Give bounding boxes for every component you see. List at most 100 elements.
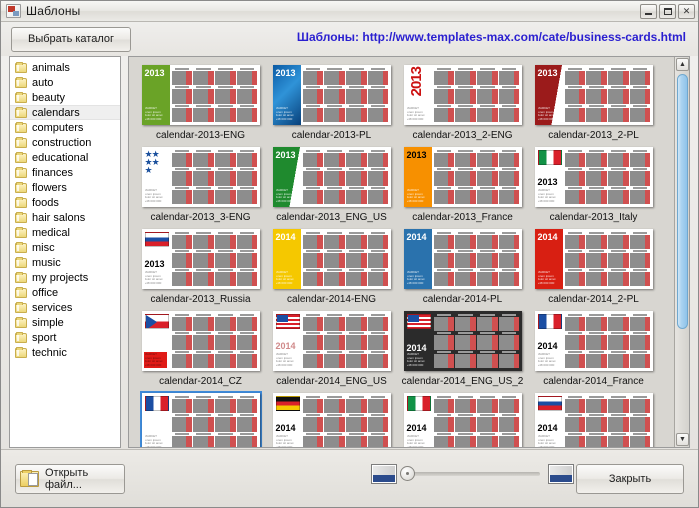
template-thumbnail[interactable]: 2014 MARKET lorem ipsum dolor sit amet +48 0… [534, 229, 653, 289]
gallery-item[interactable]: 2013 MARKET lorem ipsum dolor sit amet +48 0… [266, 145, 397, 227]
gallery-item[interactable]: 2014 MARKET lorem ipsum dolor sit amet +48 0… [397, 227, 528, 309]
close-button[interactable]: Закрыть [576, 463, 684, 494]
month-block [586, 268, 607, 286]
thumbnail-frame[interactable]: 2013 MARKET lorem ipsum dolor sit amet +48 0… [140, 63, 262, 127]
sidebar-item-services[interactable]: services [10, 300, 120, 315]
template-thumbnail[interactable]: 2014 MARKET lorem ipsum dolor sit amet +48 0… [141, 393, 260, 447]
month-block [564, 350, 586, 368]
gallery-item[interactable]: ★★ ★★ ★ MARKET lorem ipsum dolor sit amet +48 … [135, 145, 266, 227]
thumbnail-frame[interactable]: 2014 MARKET lorem ipsum dolor sit amet +48 0… [140, 309, 262, 373]
maximize-icon[interactable] [659, 4, 676, 19]
template-thumbnail[interactable]: 2013 MARKET lorem ipsum dolor sit amet +48 0… [403, 147, 522, 207]
sidebar-item-calendars[interactable]: calendars [10, 105, 120, 120]
gallery-item[interactable]: 2013 MARKET lorem ipsum dolor sit amet +48 0… [135, 63, 266, 145]
thumbnail-frame[interactable]: 2014 MARKET lorem ipsum dolor sit amet +48 0… [402, 391, 524, 447]
thumbnail-frame[interactable]: 2013 MARKET lorem ipsum dolor sit amet +48 0… [402, 63, 524, 127]
gallery-item[interactable]: 2014 MARKET lorem ipsum dolor sit amet +48 0… [397, 309, 528, 391]
template-thumbnail[interactable]: 2014 MARKET lorem ipsum dolor sit amet +48 0… [272, 229, 391, 289]
template-thumbnail[interactable]: 2014 MARKET lorem ipsum dolor sit amet +48 0… [272, 393, 391, 447]
category-tree[interactable]: animals auto beauty calendars computers const… [9, 56, 121, 448]
gallery-item[interactable]: 2014 MARKET lorem ipsum dolor sit amet +48 0… [528, 227, 659, 309]
thumbnail-frame[interactable]: 2013 MARKET lorem ipsum dolor sit amet +48 0… [271, 63, 393, 127]
thumbnail-frame[interactable]: 2014 MARKET lorem ipsum dolor sit amet +48 0… [533, 391, 655, 447]
thumbnail-frame[interactable]: 2013 MARKET lorem ipsum dolor sit amet +48 0… [533, 63, 655, 127]
gallery-item[interactable]: 2013 MARKET lorem ipsum dolor sit amet +48 0… [135, 227, 266, 309]
template-thumbnail[interactable]: 2013 MARKET lorem ipsum dolor sit amet +48 0… [534, 147, 653, 207]
template-thumbnail[interactable]: 2014 MARKET lorem ipsum dolor sit amet +48 0… [403, 311, 522, 371]
thumbnail-frame[interactable]: 2013 MARKET lorem ipsum dolor sit amet +48 0… [402, 145, 524, 209]
minimize-icon[interactable] [640, 4, 657, 19]
template-thumbnail[interactable]: 2013 MARKET lorem ipsum dolor sit amet +48 0… [141, 229, 260, 289]
sidebar-item-foods[interactable]: foods [10, 195, 120, 210]
gallery-item[interactable]: 2014 MARKET lorem ipsum dolor sit amet +48 0… [135, 309, 266, 391]
sidebar-item-computers[interactable]: computers [10, 120, 120, 135]
gallery-item[interactable]: 2013 MARKET lorem ipsum dolor sit amet +48 0… [397, 63, 528, 145]
template-thumbnail[interactable]: 2013 MARKET lorem ipsum dolor sit amet +48 0… [534, 65, 653, 125]
thumb-side-panel: 2014 MARKET lorem ipsum dolor sit amet +48 0… [272, 393, 301, 447]
thumbnail-frame[interactable]: 2014 MARKET lorem ipsum dolor sit amet +48 0… [271, 391, 393, 447]
sidebar-item-technic[interactable]: technic [10, 345, 120, 360]
template-thumbnail[interactable]: 2014 MARKET lorem ipsum dolor sit amet +48 0… [534, 393, 653, 447]
thumbnail-frame[interactable]: 2014 MARKET lorem ipsum dolor sit amet +48 0… [402, 227, 524, 291]
gallery-item[interactable]: 2013 MARKET lorem ipsum dolor sit amet +48 0… [528, 145, 659, 227]
sidebar-item-beauty[interactable]: beauty [10, 90, 120, 105]
close-icon[interactable]: ✕ [678, 4, 695, 19]
sidebar-item-my-projects[interactable]: my projects [10, 270, 120, 285]
gallery-scrollbar[interactable]: ▲ ▼ [674, 57, 689, 447]
sidebar-item-auto[interactable]: auto [10, 75, 120, 90]
sidebar-item-misc[interactable]: misc [10, 240, 120, 255]
templates-url-link[interactable]: Шаблоны: http://www.templates-max.com/ca… [297, 30, 686, 44]
template-thumbnail[interactable]: 2013 MARKET lorem ipsum dolor sit amet +48 0… [272, 65, 391, 125]
template-thumbnail[interactable]: 2013 MARKET lorem ipsum dolor sit amet +48 0… [272, 147, 391, 207]
gallery-item[interactable]: 2014 MARKET lorem ipsum dolor sit amet +48 0… [135, 391, 266, 447]
template-thumbnail[interactable]: 2014 MARKET lorem ipsum dolor sit amet +48 0… [272, 311, 391, 371]
sidebar-item-music[interactable]: music [10, 255, 120, 270]
template-thumbnail[interactable]: 2014 MARKET lorem ipsum dolor sit amet +48 0… [403, 393, 522, 447]
sidebar-item-construction[interactable]: construction [10, 135, 120, 150]
sidebar-item-educational[interactable]: educational [10, 150, 120, 165]
thumbnail-frame[interactable]: 2013 MARKET lorem ipsum dolor sit amet +48 0… [140, 227, 262, 291]
thumbnail-frame[interactable]: 2014 MARKET lorem ipsum dolor sit amet +48 0… [533, 309, 655, 373]
scrollbar-thumb[interactable] [677, 74, 688, 329]
gallery-item[interactable]: 2014 MARKET lorem ipsum dolor sit amet +48 0… [266, 227, 397, 309]
thumbnail-frame[interactable]: 2013 MARKET lorem ipsum dolor sit amet +48 0… [271, 145, 393, 209]
thumbnail-frame[interactable]: 2014 MARKET lorem ipsum dolor sit amet +48 0… [271, 227, 393, 291]
choose-catalog-button[interactable]: Выбрать каталог [11, 26, 131, 52]
sidebar-item-sport[interactable]: sport [10, 330, 120, 345]
thumbnail-frame[interactable]: ★★ ★★ ★ MARKET lorem ipsum dolor sit amet +48 … [140, 145, 262, 209]
template-thumbnail[interactable]: 2014 MARKET lorem ipsum dolor sit amet +48 0… [403, 229, 522, 289]
thumbnail-frame[interactable]: 2014 MARKET lorem ipsum dolor sit amet +48 0… [139, 391, 262, 447]
thumbnail-frame[interactable]: 2014 MARKET lorem ipsum dolor sit amet +48 0… [533, 227, 655, 291]
gallery-item[interactable]: 2014 MARKET lorem ipsum dolor sit amet +48 0… [397, 391, 528, 447]
thumbnail-frame[interactable]: 2014 MARKET lorem ipsum dolor sit amet +48 0… [271, 309, 393, 373]
sidebar-item-animals[interactable]: animals [10, 60, 120, 75]
scroll-up-icon[interactable]: ▲ [676, 58, 689, 71]
gallery-item[interactable]: 2014 MARKET lorem ipsum dolor sit amet +48 0… [266, 309, 397, 391]
gallery-item[interactable]: 2013 MARKET lorem ipsum dolor sit amet +48 0… [397, 145, 528, 227]
template-thumbnail[interactable]: 2014 MARKET lorem ipsum dolor sit amet +48 0… [534, 311, 653, 371]
sidebar-item-label: technic [32, 346, 67, 359]
month-block [215, 432, 236, 447]
sidebar-item-flowers[interactable]: flowers [10, 180, 120, 195]
sidebar-item-finances[interactable]: finances [10, 165, 120, 180]
scroll-down-icon[interactable]: ▼ [676, 433, 689, 446]
thumbnail-frame[interactable]: 2014 MARKET lorem ipsum dolor sit amet +48 0… [402, 309, 524, 373]
template-thumbnail[interactable]: 2013 MARKET lorem ipsum dolor sit amet +48 0… [141, 65, 260, 125]
sidebar-item-hair-salons[interactable]: hair salons [10, 210, 120, 225]
gallery-item[interactable]: 2013 MARKET lorem ipsum dolor sit amet +48 0… [266, 63, 397, 145]
thumbnail-frame[interactable]: 2013 MARKET lorem ipsum dolor sit amet +48 0… [533, 145, 655, 209]
zoom-slider-knob[interactable] [400, 466, 415, 481]
zoom-slider[interactable] [400, 466, 540, 481]
gallery-item[interactable]: 2014 MARKET lorem ipsum dolor sit amet +48 0… [528, 391, 659, 447]
sidebar-item-office[interactable]: office [10, 285, 120, 300]
sidebar-item-medical[interactable]: medical [10, 225, 120, 240]
template-thumbnail[interactable]: 2014 MARKET lorem ipsum dolor sit amet +48 0… [141, 311, 260, 371]
sidebar-item-simple[interactable]: simple [10, 315, 120, 330]
template-thumbnail[interactable]: ★★ ★★ ★ MARKET lorem ipsum dolor sit amet +48 … [141, 147, 260, 207]
template-thumbnail[interactable]: 2013 MARKET lorem ipsum dolor sit amet +48 0… [403, 65, 522, 125]
gallery-item[interactable]: 2014 MARKET lorem ipsum dolor sit amet +48 0… [528, 309, 659, 391]
gallery-item[interactable]: 2014 MARKET lorem ipsum dolor sit amet +48 0… [266, 391, 397, 447]
month-block [193, 350, 214, 368]
open-file-button[interactable]: Открыть файл... [15, 463, 125, 494]
gallery-item[interactable]: 2013 MARKET lorem ipsum dolor sit amet +48 0… [528, 63, 659, 145]
